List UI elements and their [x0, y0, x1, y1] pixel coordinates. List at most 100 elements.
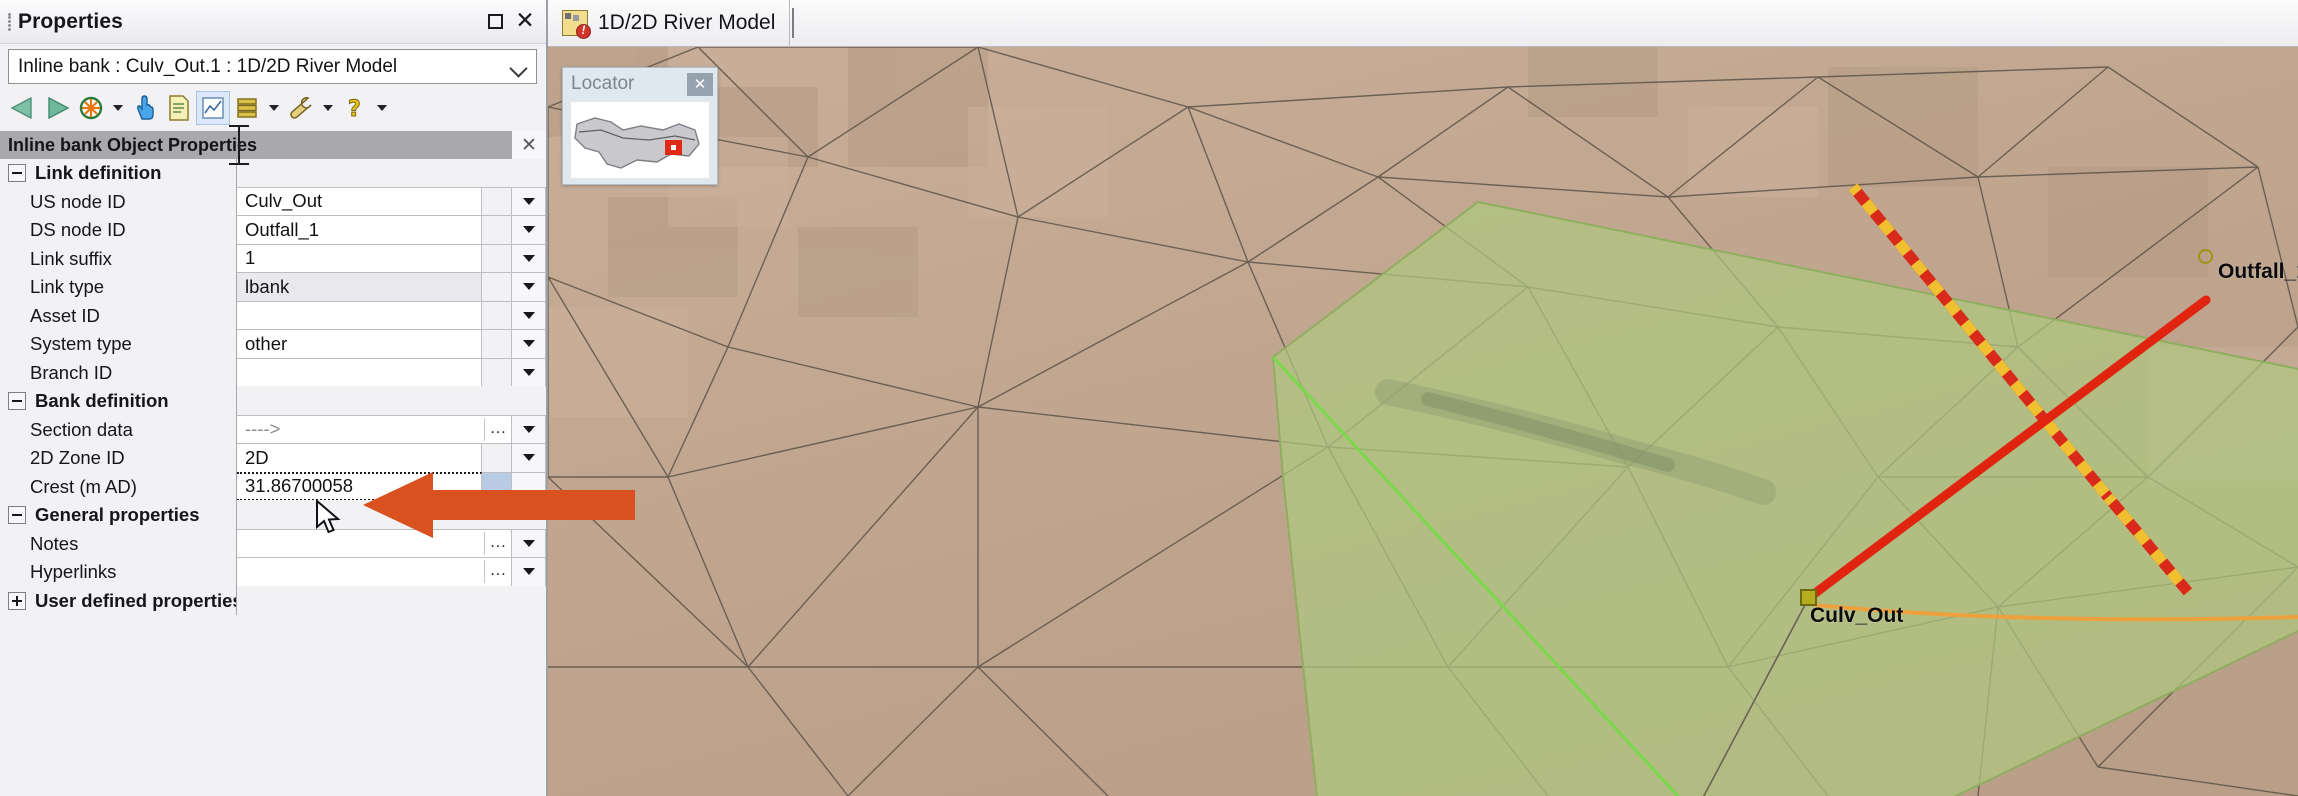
group-link-definition[interactable]: Link definition	[0, 158, 546, 188]
row-2d-zone-id[interactable]: 2D Zone ID 2D	[0, 443, 546, 473]
group-label: Bank definition	[35, 390, 169, 412]
collapse-icon[interactable]	[8, 506, 26, 525]
us-node-id-input[interactable]: Culv_Out	[237, 186, 482, 216]
page-title: Properties	[18, 9, 123, 33]
document-tabstrip: 1D/2D River Model	[548, 0, 2298, 47]
locator-title: Locator	[571, 73, 635, 94]
properties-titlebar: Properties ✕	[0, 0, 546, 44]
select-button[interactable]	[128, 91, 162, 125]
row-crest[interactable]: Crest (m AD) 31.86700058	[0, 471, 546, 501]
spin-placeholder	[482, 243, 512, 273]
notes-ellipsis-button[interactable]: …	[484, 531, 511, 555]
row-label: 2D Zone ID	[30, 447, 125, 469]
forward-button[interactable]	[40, 91, 74, 125]
row-hyperlinks[interactable]: Hyperlinks …	[0, 557, 546, 587]
group-label: Link definition	[35, 162, 162, 184]
group-general-properties[interactable]: General properties	[0, 500, 546, 530]
model-warning-icon	[562, 10, 591, 39]
row-ds-node-id[interactable]: DS node ID Outfall_1	[0, 215, 546, 245]
row-asset-id[interactable]: Asset ID	[0, 300, 546, 330]
row-link-suffix[interactable]: Link suffix 1	[0, 243, 546, 273]
row-us-node-id[interactable]: US node ID Culv_Out	[0, 186, 546, 216]
locator-minimap[interactable]	[571, 102, 709, 178]
dropdown-arrow-icon[interactable]	[512, 528, 546, 558]
group-bank-definition[interactable]: Bank definition	[0, 386, 546, 416]
notes-input[interactable]: …	[237, 528, 512, 558]
dropdown-arrow-icon[interactable]	[512, 471, 546, 501]
application-window: Properties ✕ Inline bank : Culv_Out.1 : …	[0, 0, 2298, 796]
section-data-ellipsis-button[interactable]: …	[484, 417, 511, 441]
spin-placeholder	[482, 215, 512, 245]
grid-dropdown-arrow[interactable]	[264, 91, 284, 125]
column-splitter-handle[interactable]	[229, 125, 249, 165]
collapse-icon[interactable]	[8, 164, 26, 183]
dropdown-arrow-icon[interactable]	[512, 300, 546, 330]
tools-button[interactable]	[284, 91, 318, 125]
dropdown-arrow-icon[interactable]	[512, 272, 546, 302]
branch-id-input[interactable]	[237, 357, 482, 387]
dropdown-arrow-icon[interactable]	[512, 329, 546, 359]
row-branch-id[interactable]: Branch ID	[0, 357, 546, 387]
map-canvas[interactable]: Locator ✕ Outfall_1 Culv_Out	[548, 47, 2298, 796]
properties-grid: Link definition US node ID Culv_Out DS n…	[0, 158, 546, 615]
node-marker-culv-out[interactable]	[1800, 589, 1817, 606]
chevron-down-icon[interactable]	[508, 56, 530, 78]
dropdown-arrow-icon[interactable]	[512, 443, 546, 473]
help-button[interactable]: ?	[338, 91, 372, 125]
dropdown-arrow-icon[interactable]	[512, 215, 546, 245]
spin-placeholder	[482, 329, 512, 359]
row-system-type[interactable]: System type other	[0, 329, 546, 359]
row-notes[interactable]: Notes …	[0, 528, 546, 558]
maximize-icon[interactable]	[480, 7, 510, 37]
row-label: Branch ID	[30, 361, 113, 383]
system-type-input[interactable]: other	[237, 329, 482, 359]
row-link-type[interactable]: Link type lbank	[0, 272, 546, 302]
dropdown-arrow-icon[interactable]	[512, 243, 546, 273]
tab-label: 1D/2D River Model	[598, 11, 776, 34]
graph-button[interactable]	[196, 91, 230, 125]
properties-button[interactable]	[162, 91, 196, 125]
object-selector-value: Inline bank : Culv_Out.1 : 1D/2D River M…	[18, 55, 398, 77]
zone-id-input[interactable]: 2D	[237, 443, 482, 473]
drag-grip-icon[interactable]	[4, 11, 14, 33]
text-caret	[792, 8, 795, 38]
grid-button[interactable]	[230, 91, 264, 125]
tab-1d2d-river-model[interactable]: 1D/2D River Model	[562, 0, 791, 47]
object-properties-header: Inline bank Object Properties ✕	[0, 125, 546, 165]
collapse-icon[interactable]	[8, 392, 26, 411]
crest-input[interactable]: 31.86700058	[237, 471, 482, 501]
close-icon[interactable]: ✕	[512, 131, 546, 159]
map-view: 1D/2D River Model	[548, 0, 2298, 796]
node-marker-outfall[interactable]	[2198, 249, 2213, 264]
row-label: Notes	[30, 532, 79, 554]
tools-dropdown-arrow[interactable]	[318, 91, 338, 125]
locator-panel: Locator ✕	[562, 67, 718, 185]
object-selector[interactable]: Inline bank : Culv_Out.1 : 1D/2D River M…	[8, 49, 537, 84]
object-properties-label: Inline bank Object Properties	[8, 134, 258, 155]
hyperlinks-ellipsis-button[interactable]: …	[484, 560, 511, 584]
link-type-value: lbank	[237, 272, 482, 302]
dropdown-arrow-icon[interactable]	[512, 557, 546, 587]
dropdown-arrow-icon[interactable]	[512, 357, 546, 387]
ds-node-id-input[interactable]: Outfall_1	[237, 215, 482, 245]
help-dropdown-arrow[interactable]	[372, 91, 392, 125]
row-section-data[interactable]: Section data ----> …	[0, 414, 546, 444]
crest-spinner[interactable]	[482, 471, 512, 501]
locate-dropdown-arrow[interactable]	[108, 91, 128, 125]
close-icon[interactable]: ✕	[510, 7, 540, 37]
group-user-defined-properties[interactable]: User defined properties	[0, 585, 546, 615]
dropdown-arrow-icon[interactable]	[512, 186, 546, 216]
section-data-input[interactable]: ----> …	[237, 414, 512, 444]
dropdown-arrow-icon[interactable]	[512, 414, 546, 444]
locate-button[interactable]	[74, 91, 108, 125]
link-suffix-input[interactable]: 1	[237, 243, 482, 273]
properties-panel: Properties ✕ Inline bank : Culv_Out.1 : …	[0, 0, 548, 796]
locator-header: Locator ✕	[563, 68, 717, 100]
close-icon[interactable]: ✕	[687, 72, 713, 96]
map-label-outfall-1: Outfall_1	[2218, 260, 2298, 283]
hyperlinks-input[interactable]: …	[237, 557, 512, 587]
expand-icon[interactable]	[8, 591, 26, 610]
map-label-culv-out: Culv_Out	[1810, 604, 1904, 627]
asset-id-input[interactable]	[237, 300, 482, 330]
back-button[interactable]	[6, 91, 40, 125]
